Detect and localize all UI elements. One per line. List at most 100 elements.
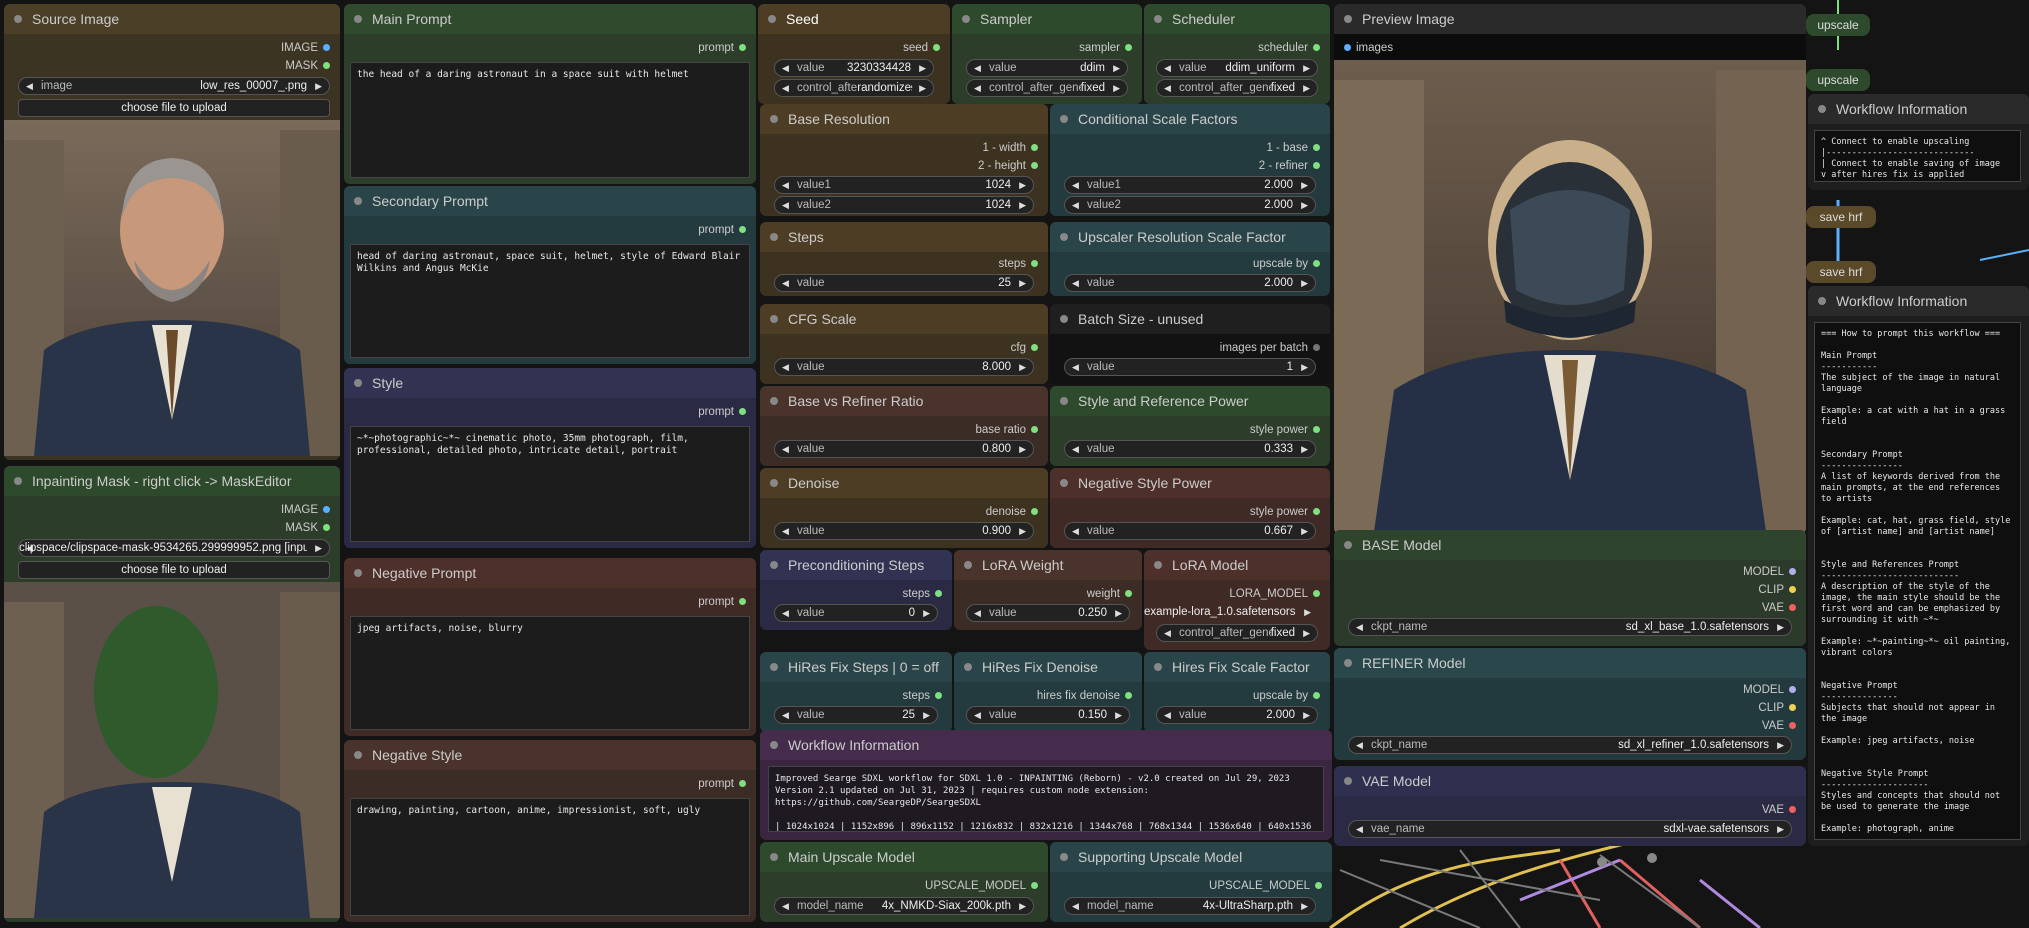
vae-select[interactable]: ◀ vae_name sdxl-vae.safetensors ▶ [1348, 820, 1792, 838]
arrow-left-icon[interactable]: ◀ [974, 707, 981, 723]
denoise-widget[interactable]: ◀ value 0.900 ▶ [774, 522, 1034, 540]
node-batch-size[interactable]: Batch Size - unused images per batch ◀ va… [1050, 304, 1330, 384]
slot-port-icon[interactable] [1031, 144, 1038, 151]
cfg-widget[interactable]: ◀ value 8.000 ▶ [774, 358, 1034, 376]
arrow-left-icon[interactable]: ◀ [782, 177, 789, 193]
collapse-dot-icon[interactable] [1818, 297, 1826, 305]
arrow-right-icon[interactable]: ▶ [1115, 605, 1122, 621]
arrow-left-icon[interactable]: ◀ [1164, 707, 1171, 723]
output-batch-slot[interactable]: images per batch [1220, 340, 1320, 356]
height-widget[interactable]: ◀ value2 1024 ▶ [774, 196, 1034, 214]
node-title[interactable]: Main Upscale Model [760, 842, 1048, 872]
node-title[interactable]: Workflow Information [1808, 94, 2029, 124]
arrow-left-icon[interactable]: ◀ [1072, 441, 1079, 457]
upscale-factor-widget[interactable]: ◀ value 2.000 ▶ [1064, 274, 1316, 292]
collapse-dot-icon[interactable] [964, 663, 972, 671]
upload-button[interactable]: choose file to upload [18, 99, 330, 117]
slot-port-icon[interactable] [1313, 44, 1320, 51]
output-vae-slot[interactable]: VAE [1762, 600, 1796, 616]
collapse-dot-icon[interactable] [768, 15, 776, 23]
node-hires-fix-denoise[interactable]: HiRes Fix Denoise hires fix denoise ◀ val… [954, 652, 1142, 732]
collapse-dot-icon[interactable] [1154, 561, 1162, 569]
arrow-right-icon[interactable]: ▶ [1019, 197, 1026, 213]
collapse-dot-icon[interactable] [354, 197, 362, 205]
collapse-dot-icon[interactable] [770, 853, 778, 861]
collapse-dot-icon[interactable] [770, 397, 778, 405]
collapse-dot-icon[interactable] [1818, 105, 1826, 113]
slot-port-icon[interactable] [739, 598, 746, 605]
ratio-widget[interactable]: ◀ value 0.800 ▶ [774, 440, 1034, 458]
arrow-left-icon[interactable]: ◀ [782, 441, 789, 457]
node-title[interactable]: Negative Style [344, 740, 756, 770]
node-title[interactable]: Preview Image [1334, 4, 1806, 34]
collapse-dot-icon[interactable] [1344, 659, 1352, 667]
arrow-right-icon[interactable]: ▶ [1113, 60, 1120, 76]
output-prompt-slot[interactable]: prompt [698, 776, 746, 792]
node-preview-image[interactable]: Preview Image images [1334, 4, 1806, 534]
slot-port-icon[interactable] [1313, 426, 1320, 433]
arrow-right-icon[interactable]: ▶ [1303, 60, 1310, 76]
arrow-left-icon[interactable]: ◀ [1072, 898, 1079, 914]
node-scheduler[interactable]: Scheduler scheduler ◀ value ddim_uniform ▶ … [1144, 4, 1330, 104]
output-scheduler-slot[interactable]: scheduler [1258, 40, 1320, 56]
output-style-power-slot[interactable]: style power [1250, 504, 1320, 520]
node-title[interactable]: Steps [760, 222, 1048, 252]
output-mask-slot[interactable]: MASK [285, 520, 330, 536]
slot-port-icon[interactable] [1031, 508, 1038, 515]
collapse-dot-icon[interactable] [770, 233, 778, 241]
collapse-dot-icon[interactable] [770, 115, 778, 123]
arrow-left-icon[interactable]: ◀ [782, 359, 789, 375]
slot-port-icon[interactable] [1313, 590, 1320, 597]
node-title[interactable]: Base vs Refiner Ratio [760, 386, 1048, 416]
node-workflow-info-upscale[interactable]: Workflow Information ^ Connect to enable… [1808, 94, 2029, 190]
arrow-right-icon[interactable]: ▶ [1019, 359, 1026, 375]
collapse-dot-icon[interactable] [770, 479, 778, 487]
arrow-left-icon[interactable]: ◀ [974, 605, 981, 621]
upload-button[interactable]: choose file to upload [18, 561, 330, 579]
collapse-dot-icon[interactable] [1060, 233, 1068, 241]
arrow-right-icon[interactable]: ▶ [1301, 359, 1308, 375]
slot-port-icon[interactable] [1031, 882, 1038, 889]
node-base-model[interactable]: BASE Model MODEL CLIP VAE ◀ ckpt_name sd_x… [1334, 530, 1806, 646]
precond-steps-widget[interactable]: ◀ value 0 ▶ [774, 604, 938, 622]
arrow-left-icon[interactable]: ◀ [1356, 737, 1363, 753]
node-inpainting-mask[interactable]: Inpainting Mask - right click -> MaskEdi… [4, 466, 340, 922]
arrow-right-icon[interactable]: ▶ [923, 605, 930, 621]
collapse-dot-icon[interactable] [1060, 115, 1068, 123]
output-steps-slot[interactable]: steps [999, 256, 1038, 272]
batch-widget[interactable]: ◀ value 1 ▶ [1064, 358, 1316, 376]
node-negative-style-power[interactable]: Negative Style Power style power ◀ value 0… [1050, 468, 1330, 548]
slot-port-icon[interactable] [1313, 508, 1320, 515]
node-title[interactable]: Seed [758, 4, 950, 34]
main-prompt-textarea[interactable]: the head of a daring astronaut in a spac… [350, 62, 750, 178]
refiner-ckpt-select[interactable]: ◀ ckpt_name sd_xl_refiner_1.0.safetensors ▶ [1348, 736, 1792, 754]
output-prompt-slot[interactable]: prompt [698, 222, 746, 238]
collapse-dot-icon[interactable] [1060, 397, 1068, 405]
output-weight-slot[interactable]: weight [1087, 586, 1132, 602]
slot-port-icon[interactable] [1789, 586, 1796, 593]
negative-prompt-textarea[interactable]: jpeg artifacts, noise, blurry [350, 616, 750, 730]
slot-port-icon[interactable] [1125, 692, 1132, 699]
node-title[interactable]: Supporting Upscale Model [1050, 842, 1332, 872]
slot-port-icon[interactable] [1031, 162, 1038, 169]
node-sampler[interactable]: Sampler sampler ◀ value ddim ▶ ◀ control_aft… [952, 4, 1142, 104]
collapse-dot-icon[interactable] [770, 315, 778, 323]
arrow-left-icon[interactable]: ◀ [782, 523, 789, 539]
arrow-left-icon[interactable]: ◀ [26, 78, 33, 94]
node-steps[interactable]: Steps steps ◀ value 25 ▶ [760, 222, 1048, 296]
slot-port-icon[interactable] [739, 44, 746, 51]
arrow-right-icon[interactable]: ▶ [1019, 177, 1026, 193]
output-width-slot[interactable]: 1 - width [983, 140, 1038, 156]
arrow-right-icon[interactable]: ▶ [1301, 275, 1308, 291]
base-ckpt-select[interactable]: ◀ ckpt_name sd_xl_base_1.0.safetensors ▶ [1348, 618, 1792, 636]
slot-port-icon[interactable] [1789, 568, 1796, 575]
arrow-left-icon[interactable]: ◀ [1164, 625, 1171, 641]
slot-port-icon[interactable] [1344, 44, 1351, 51]
output-height-slot[interactable]: 2 - height [978, 158, 1038, 174]
input-images-slot[interactable]: images [1344, 40, 1393, 56]
arrow-left-icon[interactable]: ◀ [1072, 197, 1079, 213]
seed-value-widget[interactable]: ◀ value 3230334428 ▶ [774, 59, 934, 77]
slot-port-icon[interactable] [1031, 344, 1038, 351]
collapse-dot-icon[interactable] [354, 15, 362, 23]
slot-port-icon[interactable] [1125, 590, 1132, 597]
